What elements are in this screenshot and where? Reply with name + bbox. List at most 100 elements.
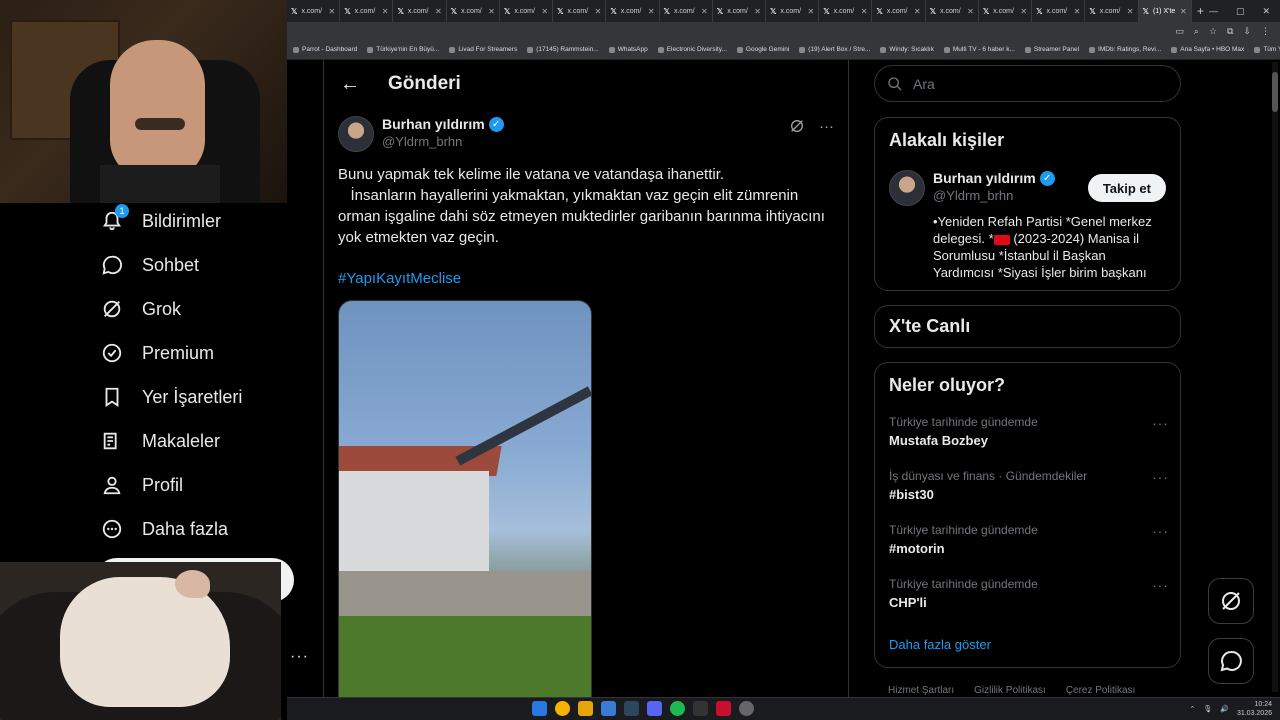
extensions-icon[interactable]: ⧉ xyxy=(1227,26,1233,37)
nav-articles[interactable]: Makaleler xyxy=(100,425,220,457)
chrome-icon[interactable] xyxy=(555,701,570,716)
close-icon[interactable]: ✕ xyxy=(435,7,442,16)
bookmark-item[interactable]: WhatsApp xyxy=(608,46,648,53)
nav-notifications[interactable]: 1 Bildirimler xyxy=(100,204,221,237)
menu-icon[interactable]: ⋮ xyxy=(1261,26,1270,37)
trend-item[interactable]: Türkiye tarihinde gündemde Mustafa Bozbey… xyxy=(889,415,1169,448)
star-icon[interactable]: ☆ xyxy=(1209,26,1217,37)
browser-tab[interactable]: 𝕏x.com/ ✕ xyxy=(1085,0,1139,22)
mic-icon[interactable]: 🎙 xyxy=(1203,705,1212,713)
spotify-icon[interactable] xyxy=(670,701,685,716)
messages-fab[interactable] xyxy=(1208,638,1254,684)
bookmark-item[interactable]: Parrot - Dashboard xyxy=(293,46,357,53)
bookmark-item[interactable]: Streamer Panel xyxy=(1024,46,1079,53)
hashtag-link[interactable]: #YapıKayıtMeclise xyxy=(338,270,461,287)
close-icon[interactable]: ✕ xyxy=(595,7,602,16)
avatar[interactable] xyxy=(889,170,925,206)
back-arrow-icon[interactable]: ← xyxy=(340,73,360,96)
nav-bookmarks[interactable]: Yer İşaretleri xyxy=(100,381,242,413)
browser-tab[interactable]: 𝕏x.com/ ✕ xyxy=(819,0,873,22)
browser-tab[interactable]: 𝕏x.com/ ✕ xyxy=(1032,0,1086,22)
scrollbar-thumb[interactable] xyxy=(1272,72,1278,112)
browser-tab[interactable]: 𝕏x.com/ ✕ xyxy=(340,0,394,22)
close-icon[interactable]: ✕ xyxy=(967,7,974,16)
close-icon[interactable]: ✕ xyxy=(754,7,761,16)
browser-tab[interactable]: 𝕏x.com/ ✕ xyxy=(447,0,500,22)
grok-icon[interactable] xyxy=(789,118,805,138)
footer-link[interactable]: Hizmet Şartları xyxy=(888,685,954,696)
more-options-icon[interactable]: ··· xyxy=(1152,415,1169,431)
cast-icon[interactable]: ▭ xyxy=(1175,26,1184,37)
nav-profile[interactable]: Profil xyxy=(100,469,183,501)
post-video[interactable] xyxy=(338,300,592,720)
browser-tab[interactable]: 𝕏x.com/ ✕ xyxy=(766,0,820,22)
close-icon[interactable]: ✕ xyxy=(488,7,495,16)
browser-tab[interactable]: 𝕏x.com/ ✕ xyxy=(606,0,660,22)
download-icon[interactable]: ⇩ xyxy=(1243,26,1251,37)
browser-tab[interactable]: 𝕏x.com/ ✕ xyxy=(660,0,713,22)
browser-tab[interactable]: 𝕏x.com/ ✕ xyxy=(393,0,447,22)
close-window-button[interactable]: ✕ xyxy=(1263,6,1271,17)
close-icon[interactable]: ✕ xyxy=(701,7,708,16)
browser-tab[interactable]: 𝕏x.com/ ✕ xyxy=(713,0,766,22)
footer-link[interactable]: Gizlilik Politikası xyxy=(974,685,1046,696)
maximize-button[interactable]: ▢ xyxy=(1236,6,1245,17)
windows-start-icon[interactable] xyxy=(532,701,547,716)
avatar[interactable] xyxy=(338,116,374,152)
epic-games-icon[interactable] xyxy=(693,701,708,716)
show-more-link[interactable]: Daha fazla göster xyxy=(889,637,991,652)
browser-tab[interactable]: 𝕏x.com/ ✕ xyxy=(926,0,979,22)
author-name[interactable]: Burhan yıldırım xyxy=(382,116,485,132)
bookmark-item[interactable]: Tüm Yer İşaretleri xyxy=(1254,46,1280,53)
browser-tab-active[interactable]: 𝕏 (1) X'te ✕ xyxy=(1138,0,1192,22)
browser-tab[interactable]: 𝕏x.com/ ✕ xyxy=(872,0,926,22)
live-card[interactable]: X'te Canlı xyxy=(874,305,1181,348)
app-icon[interactable] xyxy=(601,701,616,716)
search-input[interactable]: Ara xyxy=(874,65,1181,102)
close-icon[interactable]: ✕ xyxy=(1074,7,1081,16)
bookmark-item[interactable]: (19) Alert Box / Stre... xyxy=(799,46,870,53)
browser-tab[interactable]: 𝕏x.com/ ✕ xyxy=(500,0,554,22)
close-icon[interactable]: ✕ xyxy=(914,7,921,16)
close-icon[interactable]: ✕ xyxy=(1020,7,1027,16)
bookmark-item[interactable]: Windy: Sıcaklık xyxy=(880,46,934,53)
trend-item[interactable]: Türkiye tarihinde gündemde CHP'li ··· xyxy=(889,577,1169,610)
new-tab-button[interactable]: + xyxy=(1192,4,1209,18)
streaming-app-icon[interactable] xyxy=(716,701,731,716)
footer-link[interactable]: Çerez Politikası xyxy=(1066,685,1135,696)
zoom-icon[interactable]: ⌕ xyxy=(1194,26,1199,37)
follow-button[interactable]: Takip et xyxy=(1087,174,1166,202)
clock[interactable]: 10:24 31.03.2026 xyxy=(1237,700,1272,718)
more-options-icon[interactable]: ··· xyxy=(819,118,834,138)
close-icon[interactable]: ✕ xyxy=(382,7,389,16)
trend-item[interactable]: Türkiye tarihinde gündemde #motorin ··· xyxy=(889,523,1169,556)
app-icon[interactable] xyxy=(739,701,754,716)
close-icon[interactable]: ✕ xyxy=(329,7,336,16)
close-icon[interactable]: ✕ xyxy=(1127,7,1134,16)
bookmark-item[interactable]: Ana Sayfa • HBO Max xyxy=(1171,46,1244,53)
browser-tab[interactable]: 𝕏x.com/ ✕ xyxy=(979,0,1033,22)
more-options-icon[interactable]: ··· xyxy=(1152,577,1169,593)
more-options-icon[interactable]: ··· xyxy=(1152,469,1169,485)
close-icon[interactable]: ✕ xyxy=(648,7,655,16)
bookmark-item[interactable]: Türkiye'nin En Büyü... xyxy=(367,46,439,53)
volume-icon[interactable]: 🔊 xyxy=(1220,705,1229,713)
close-icon[interactable]: ✕ xyxy=(861,7,868,16)
close-icon[interactable]: ✕ xyxy=(541,7,548,16)
bookmark-item[interactable]: IMDb: Ratings, Revi... xyxy=(1089,46,1161,53)
trend-item[interactable]: İş dünyası ve finans · Gündemdekiler #bis… xyxy=(889,469,1169,502)
browser-tab[interactable]: 𝕏x.com/ ✕ xyxy=(553,0,607,22)
bookmark-item[interactable]: Multi TV - 6 haber k... xyxy=(943,46,1015,53)
scrollbar[interactable] xyxy=(1272,62,1278,692)
browser-tab[interactable]: 𝕏x.com/ ✕ xyxy=(287,0,341,22)
chevron-up-icon[interactable]: ⌃ xyxy=(1189,705,1195,713)
minimize-button[interactable]: — xyxy=(1209,6,1218,17)
grok-fab[interactable] xyxy=(1208,578,1254,624)
related-user-name[interactable]: Burhan yıldırım xyxy=(933,170,1036,186)
bookmark-item[interactable]: Livad For Streamers xyxy=(449,46,517,53)
nav-chat[interactable]: Sohbet xyxy=(100,249,199,281)
discord-icon[interactable] xyxy=(647,701,662,716)
nav-premium[interactable]: Premium xyxy=(100,337,214,369)
author-handle[interactable]: @Yldrm_brhn xyxy=(382,134,504,149)
steam-icon[interactable] xyxy=(624,701,639,716)
